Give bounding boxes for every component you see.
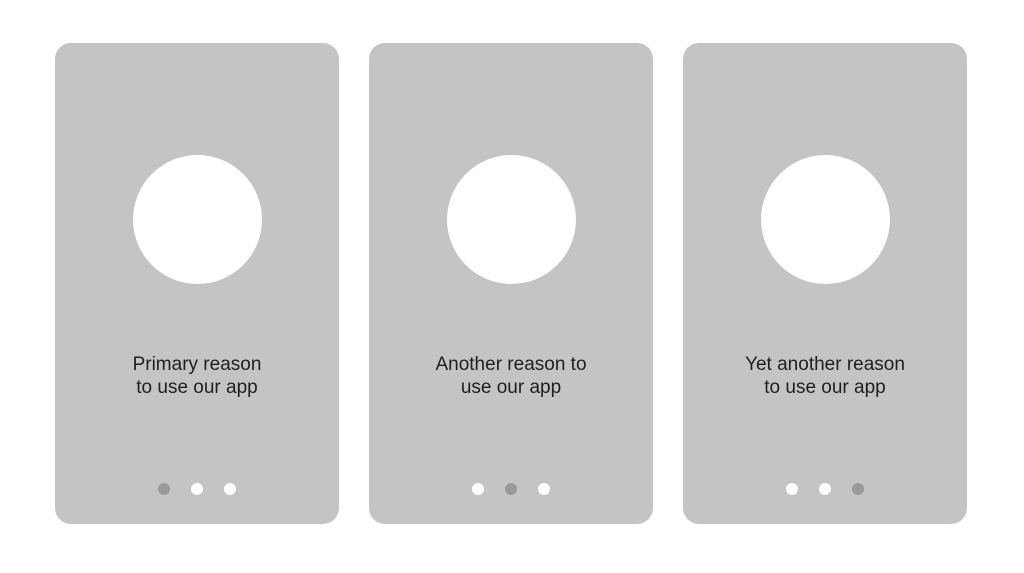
page-indicator <box>683 483 967 495</box>
onboarding-headline: Primary reason to use our app <box>132 354 262 398</box>
page-dot-active[interactable] <box>158 483 170 495</box>
onboarding-card-3: Yet another reason to use our app <box>683 43 967 524</box>
page-dot[interactable] <box>224 483 236 495</box>
page-dot-active[interactable] <box>852 483 864 495</box>
page-dot[interactable] <box>538 483 550 495</box>
page-indicator <box>55 483 339 495</box>
page-dot[interactable] <box>819 483 831 495</box>
onboarding-headline: Yet another reason to use our app <box>745 354 905 398</box>
illustration-placeholder-icon <box>133 155 262 284</box>
page-dot[interactable] <box>472 483 484 495</box>
illustration-placeholder-icon <box>447 155 576 284</box>
onboarding-headline: Another reason to use our app <box>435 354 587 398</box>
page-indicator <box>369 483 653 495</box>
onboarding-card-2: Another reason to use our app <box>369 43 653 524</box>
illustration-placeholder-icon <box>761 155 890 284</box>
onboarding-card-1: Primary reason to use our app <box>55 43 339 524</box>
page-dot[interactable] <box>786 483 798 495</box>
page-dot-active[interactable] <box>505 483 517 495</box>
page-dot[interactable] <box>191 483 203 495</box>
